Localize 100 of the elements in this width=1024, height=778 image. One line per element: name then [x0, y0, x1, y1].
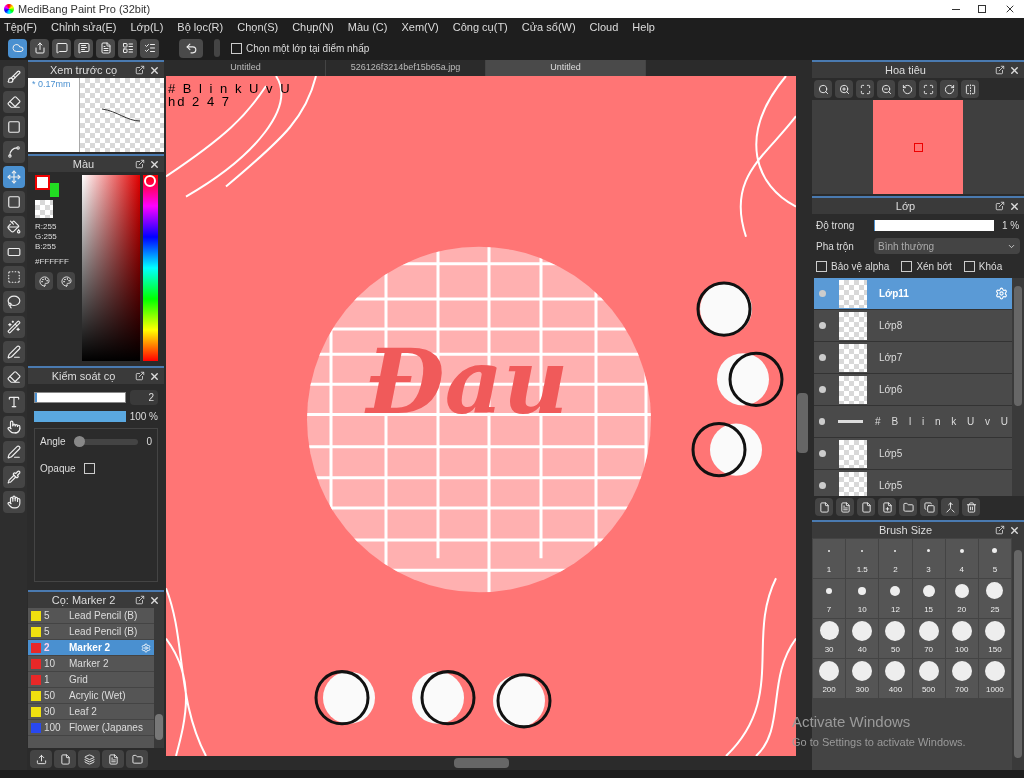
layer-row[interactable]: # B l i n k U v U	[814, 406, 1012, 438]
brush-size-preset[interactable]: 4	[945, 539, 978, 578]
tool-button[interactable]	[2, 116, 25, 138]
brush-list-item[interactable]: 5 Lead Pencil (B)	[28, 608, 154, 624]
brush-list-item[interactable]: 1 Grid	[28, 672, 154, 688]
brush-size-preset[interactable]: 25	[978, 579, 1011, 618]
tool-button[interactable]	[2, 191, 25, 213]
toolbar-button[interactable]	[52, 38, 71, 58]
menu-item[interactable]: Tệp(F)	[4, 18, 37, 36]
detach-icon[interactable]	[995, 201, 1005, 211]
layer-toolbar-button[interactable]	[962, 498, 980, 516]
brush-size-preset[interactable]: 500	[912, 659, 945, 698]
brush-size-preset[interactable]: 50	[879, 619, 912, 658]
detach-icon[interactable]	[135, 595, 145, 605]
navigator-button[interactable]	[835, 80, 853, 98]
checkbox[interactable]	[231, 42, 242, 54]
menu-item[interactable]: Chọn(S)	[237, 18, 279, 36]
blend-dropdown[interactable]: Bình thường	[874, 238, 1020, 254]
close-icon[interactable]	[1009, 524, 1020, 536]
tool-button[interactable]	[2, 366, 25, 388]
navigator-button[interactable]	[961, 80, 979, 98]
close-icon[interactable]	[1009, 200, 1020, 212]
background-color-swatch[interactable]	[50, 183, 59, 197]
menu-item[interactable]: Công cụ(T)	[452, 18, 508, 36]
brush-size-preset[interactable]: 15	[912, 579, 945, 618]
brush-size-preset[interactable]: 10	[846, 579, 879, 618]
restore-icon[interactable]	[978, 5, 986, 13]
toolbar-button[interactable]	[140, 38, 159, 58]
close-icon[interactable]	[149, 158, 160, 170]
tool-button[interactable]	[2, 391, 25, 413]
tool-button[interactable]	[2, 341, 25, 363]
tool-button[interactable]	[2, 166, 25, 188]
toolbar-button[interactable]	[74, 38, 93, 58]
close-icon[interactable]	[149, 64, 160, 76]
scrollbar[interactable]	[1012, 278, 1024, 496]
navigator-button[interactable]	[940, 80, 958, 98]
layer-toolbar-button[interactable]	[920, 498, 938, 516]
close-icon[interactable]	[1004, 3, 1016, 15]
brush-toolbar-button[interactable]	[30, 750, 52, 768]
menu-item[interactable]: Xem(V)	[401, 18, 439, 36]
palette-button[interactable]	[57, 272, 75, 290]
tool-button[interactable]	[2, 316, 25, 338]
brush-size-preset[interactable]: 20	[945, 579, 978, 618]
navigator-button[interactable]	[856, 80, 874, 98]
menu-item[interactable]: Cloud	[589, 18, 619, 36]
brush-toolbar-button[interactable]	[102, 750, 124, 768]
tool-button[interactable]	[2, 91, 25, 113]
toolbar-button[interactable]	[8, 38, 27, 58]
menu-item[interactable]: Màu (C)	[347, 18, 388, 36]
brush-size-preset[interactable]: 30	[813, 619, 846, 658]
brush-size-preset[interactable]: 1	[813, 539, 846, 578]
toolbar-button[interactable]	[96, 38, 115, 58]
navigator-button[interactable]	[898, 80, 916, 98]
tool-button[interactable]	[2, 66, 25, 88]
brush-size-preset[interactable]: 400	[879, 659, 912, 698]
layer-toolbar-button[interactable]	[899, 498, 917, 516]
brush-toolbar-button[interactable]	[54, 750, 76, 768]
toolbar-button[interactable]	[118, 38, 137, 58]
close-icon[interactable]	[149, 594, 160, 606]
menu-item[interactable]: Cửa sổ(W)	[521, 18, 576, 36]
menu-item[interactable]: Help	[632, 18, 655, 36]
checkbox[interactable]	[816, 261, 827, 272]
brush-size-preset[interactable]: 12	[879, 579, 912, 618]
brush-size-preset[interactable]: 1000	[978, 659, 1011, 698]
brush-toolbar-button[interactable]	[78, 750, 100, 768]
close-icon[interactable]	[1009, 64, 1020, 76]
visibility-icon[interactable]	[819, 322, 826, 329]
tool-button[interactable]	[2, 491, 25, 513]
toolbar-button[interactable]	[30, 38, 49, 58]
layer-toolbar-button[interactable]	[836, 498, 854, 516]
tool-button[interactable]	[2, 141, 25, 163]
layer-toolbar-button[interactable]	[941, 498, 959, 516]
detach-icon[interactable]	[995, 525, 1005, 535]
foreground-color-swatch[interactable]	[35, 175, 50, 190]
brush-size-preset[interactable]: 100	[945, 619, 978, 658]
brush-size-preset[interactable]: 1.5	[846, 539, 879, 578]
menu-item[interactable]: Lớp(L)	[130, 18, 164, 36]
checkbox[interactable]	[83, 463, 95, 474]
hue-slider-thumb[interactable]	[144, 175, 156, 187]
brush-size-preset[interactable]: 5	[978, 539, 1011, 578]
brush-size-preset[interactable]: 40	[846, 619, 879, 658]
visibility-icon[interactable]	[819, 482, 826, 489]
angle-slider-thumb[interactable]	[73, 435, 85, 447]
tool-button[interactable]	[2, 416, 25, 438]
navigator-button[interactable]	[814, 80, 832, 98]
layer-row[interactable]: Lớp8	[814, 310, 1012, 342]
brush-size-preset[interactable]: 70	[912, 619, 945, 658]
detach-icon[interactable]	[135, 65, 145, 75]
settings-icon[interactable]	[995, 287, 1008, 300]
brush-size-preset[interactable]: 2	[879, 539, 912, 578]
layer-row[interactable]: Lớp5	[814, 470, 1012, 496]
menu-item[interactable]: Chỉnh sửa(E)	[51, 18, 117, 36]
detach-icon[interactable]	[135, 371, 145, 381]
visibility-icon[interactable]	[819, 386, 826, 393]
palette-button[interactable]	[35, 272, 53, 290]
scrollbar[interactable]	[1012, 538, 1024, 770]
navigator-button[interactable]	[919, 80, 937, 98]
detach-icon[interactable]	[995, 65, 1005, 75]
visibility-icon[interactable]	[819, 418, 826, 425]
visibility-icon[interactable]	[819, 354, 826, 361]
